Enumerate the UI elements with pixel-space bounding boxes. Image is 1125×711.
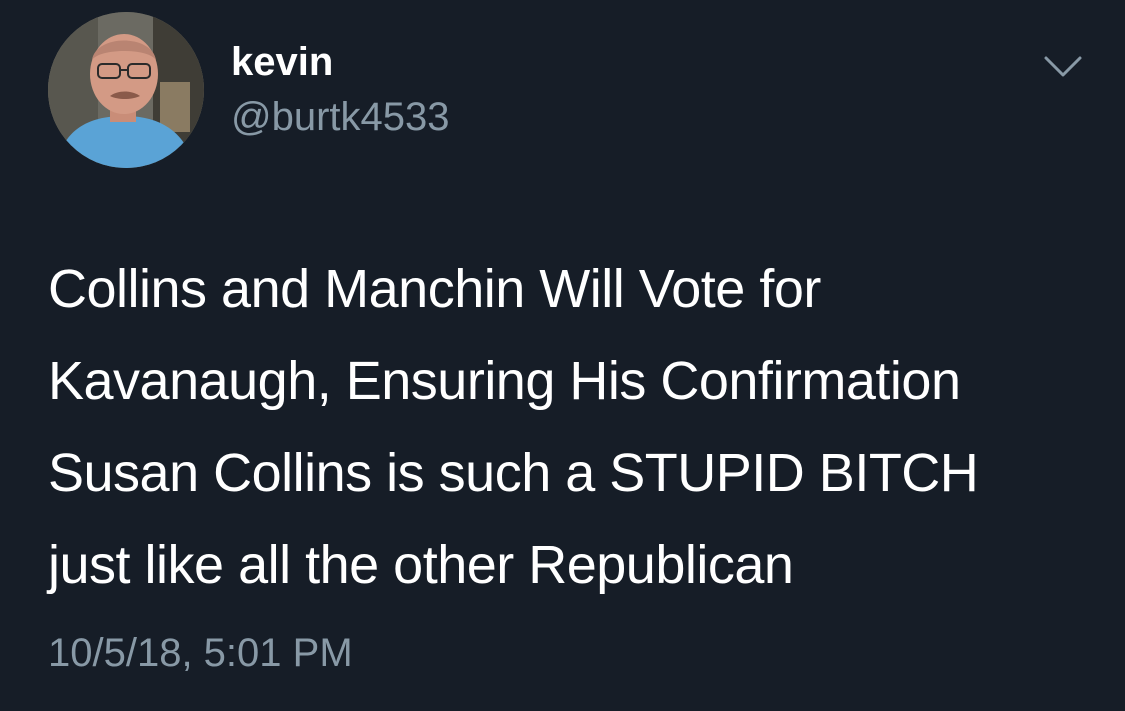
display-name[interactable]: kevin xyxy=(231,38,333,86)
tweet-timestamp[interactable]: 10/5/18, 5:01 PM xyxy=(48,629,353,677)
avatar[interactable] xyxy=(48,12,204,168)
tweet-text-line: just like all the other Republican xyxy=(48,535,794,595)
tweet-text: Collins and Manchin Will Vote for Kavana… xyxy=(48,243,1108,611)
tweet-text-line: Susan Collins is such a STUPID BITCH xyxy=(48,443,979,503)
tweet-text-line: Collins and Manchin Will Vote for xyxy=(48,259,821,319)
chevron-down-icon[interactable] xyxy=(1042,52,1084,82)
user-handle[interactable]: @burtk4533 xyxy=(231,93,450,141)
tweet-card: kevin @burtk4533 Collins and Manchin Wil… xyxy=(0,0,1125,711)
tweet-text-line: Kavanaugh, Ensuring His Confirmation xyxy=(48,351,961,411)
avatar-photo xyxy=(48,12,204,168)
